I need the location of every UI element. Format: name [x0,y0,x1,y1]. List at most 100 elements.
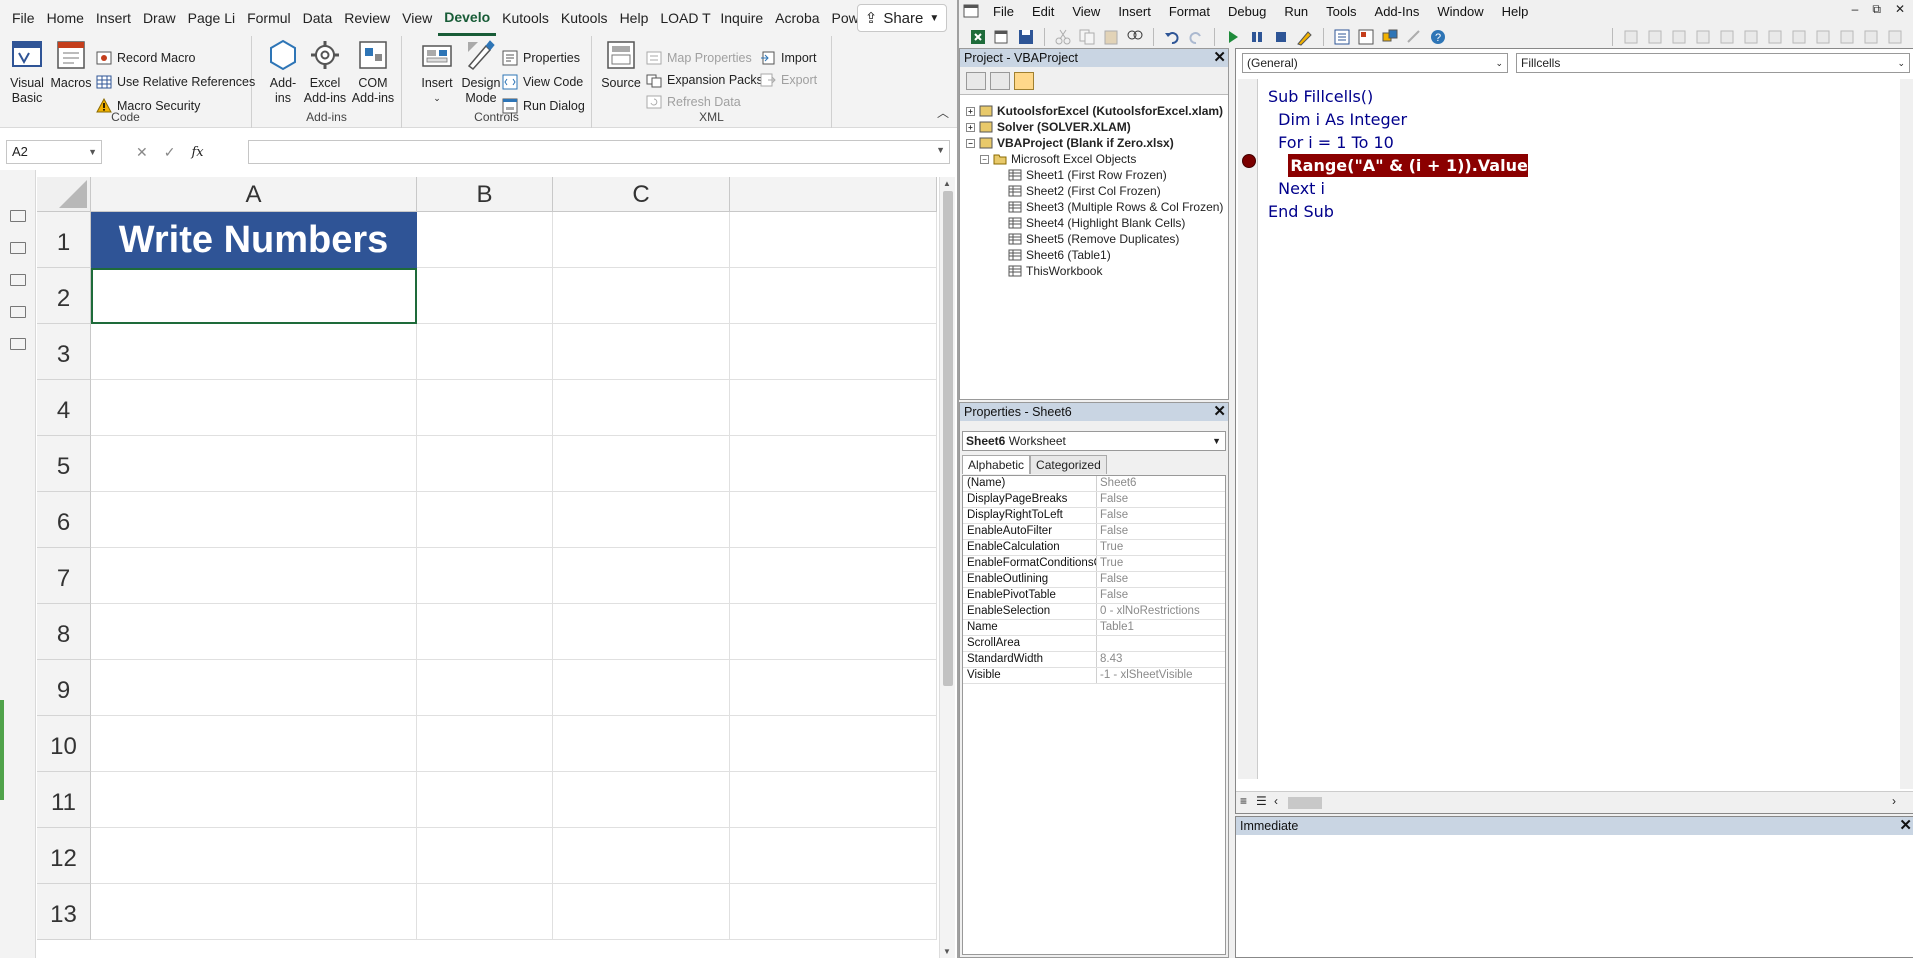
grid-cell[interactable] [91,660,417,716]
property-row[interactable]: DisplayPageBreaks False [963,492,1225,508]
ribbon-tab[interactable]: Develo [438,1,497,36]
row-header[interactable]: 8 [37,604,91,660]
row-header[interactable]: 12 [37,828,91,884]
grid-cell[interactable] [91,324,417,380]
formula-input[interactable]: ▼ [248,140,950,164]
menu-item[interactable]: Debug [1228,4,1276,19]
grid-cell[interactable] [730,492,937,548]
selected-cell[interactable] [91,268,417,324]
ribbon-tab[interactable]: Home [41,0,90,36]
grid-cell[interactable] [91,604,417,660]
help-icon[interactable]: ? [1429,28,1447,46]
xml-source-button[interactable]: Source [598,38,644,91]
property-value[interactable]: False [1097,524,1225,539]
grid-cell[interactable] [553,828,730,884]
grid-cell[interactable] [553,268,730,324]
grid-cell[interactable] [553,716,730,772]
row-header[interactable]: 13 [37,884,91,940]
grid-cell[interactable] [91,884,417,940]
ribbon-tab[interactable]: Insert [90,0,137,36]
restore-icon[interactable]: ⧉ [1872,2,1881,17]
grid-cell[interactable] [91,828,417,884]
ribbon-tab[interactable]: View [396,0,438,36]
breakpoint-margin[interactable] [1238,79,1258,779]
grid-cell[interactable] [730,324,937,380]
panel-icon[interactable] [10,338,26,350]
tree-item[interactable]: ThisWorkbook [966,263,1223,279]
close-icon[interactable]: ✕ [1899,817,1912,834]
ribbon-tab[interactable]: Help [614,0,655,36]
toolbar-icon[interactable] [1622,28,1640,46]
grid-cell[interactable] [417,660,553,716]
grid-cell[interactable] [730,436,937,492]
grid-cell[interactable] [91,548,417,604]
properties-window-icon[interactable] [1357,28,1375,46]
property-value[interactable]: False [1097,588,1225,603]
grid-cell[interactable] [730,716,937,772]
insert-function-button[interactable]: fx [191,145,203,160]
grid-cell[interactable] [417,828,553,884]
ribbon-tab[interactable]: Page Li [182,0,241,36]
name-box[interactable]: A2 ▼ [6,140,102,164]
tree-item[interactable]: + KutoolsforExcel (KutoolsforExcel.xlam) [966,103,1223,119]
cut-icon[interactable] [1054,28,1072,46]
com-addins-button[interactable]: COM Add-ins [350,38,396,106]
tree-item[interactable]: Sheet3 (Multiple Rows & Col Frozen) [966,199,1223,215]
close-icon[interactable]: ✕ [1213,49,1226,66]
procedure-combo[interactable]: Fillcells ⌄ [1516,53,1910,73]
ribbon-tab[interactable]: Acroba [769,0,825,36]
breakpoint-icon[interactable] [1242,154,1256,168]
grid-cell[interactable] [417,492,553,548]
tree-item[interactable]: Sheet1 (First Row Frozen) [966,167,1223,183]
ribbon-tab[interactable]: Formul [241,0,297,36]
tree-item[interactable]: Sheet2 (First Col Frozen) [966,183,1223,199]
toolbar-icon[interactable] [1862,28,1880,46]
menu-item[interactable]: Tools [1326,4,1366,19]
column-header[interactable]: B [417,177,553,212]
object-browser-icon[interactable] [1381,28,1399,46]
property-value[interactable]: False [1097,508,1225,523]
addins-button[interactable]: Add- ins [260,38,306,106]
find-icon[interactable] [1126,28,1144,46]
code-text[interactable]: Sub Fillcells() Dim i As Integer For i =… [1268,85,1529,223]
ribbon-tab[interactable]: Draw [137,0,182,36]
property-row[interactable]: EnablePivotTable False [963,588,1225,604]
property-row[interactable]: EnableSelection 0 - xlNoRestrictions [963,604,1225,620]
grid-cell[interactable] [91,772,417,828]
tree-item[interactable]: Sheet4 (Highlight Blank Cells) [966,215,1223,231]
row-header[interactable]: 11 [37,772,91,828]
grid-cell[interactable] [553,548,730,604]
chevron-down-icon[interactable]: ▼ [936,145,945,155]
grid-cell[interactable] [553,884,730,940]
row-header[interactable]: 4 [37,380,91,436]
record-macro-button[interactable]: Record Macro [96,47,196,69]
property-value[interactable]: False [1097,572,1225,587]
toolbar-icon[interactable] [1790,28,1808,46]
property-value[interactable]: 0 - xlNoRestrictions [1097,604,1225,619]
property-row[interactable]: StandardWidth 8.43 [963,652,1225,668]
full-module-view-icon[interactable]: ☰ [1256,794,1267,808]
grid-cell[interactable] [417,380,553,436]
toolbar-icon[interactable] [1742,28,1760,46]
code-horizontal-scrollbar[interactable]: ≡ ☰ ‹ › [1236,791,1913,813]
grid-cell[interactable] [730,212,937,268]
xml-export-button[interactable]: Export [760,69,817,91]
cancel-icon[interactable]: ✕ [136,144,148,161]
share-button[interactable]: ⇪ Share ▼ [857,4,947,32]
property-value[interactable]: Table1 [1097,620,1225,635]
ribbon-tab[interactable]: Inquire [714,0,769,36]
property-value[interactable]: True [1097,556,1225,571]
design-mode-icon[interactable] [1296,28,1314,46]
object-selector[interactable]: Sheet6 Worksheet ▼ [962,431,1226,451]
grid-cell[interactable] [417,436,553,492]
view-object-icon[interactable] [990,72,1010,90]
ribbon-tab[interactable]: Kutools [496,0,555,36]
grid-cell[interactable] [417,716,553,772]
grid-cell[interactable] [417,604,553,660]
panel-icon[interactable] [10,274,26,286]
grid-cell[interactable] [553,604,730,660]
map-properties-button[interactable]: Map Properties [646,47,752,69]
tree-item[interactable]: + Solver (SOLVER.XLAM) [966,119,1223,135]
grid-cell[interactable] [730,828,937,884]
immediate-window[interactable]: Immediate ✕ [1235,816,1913,958]
